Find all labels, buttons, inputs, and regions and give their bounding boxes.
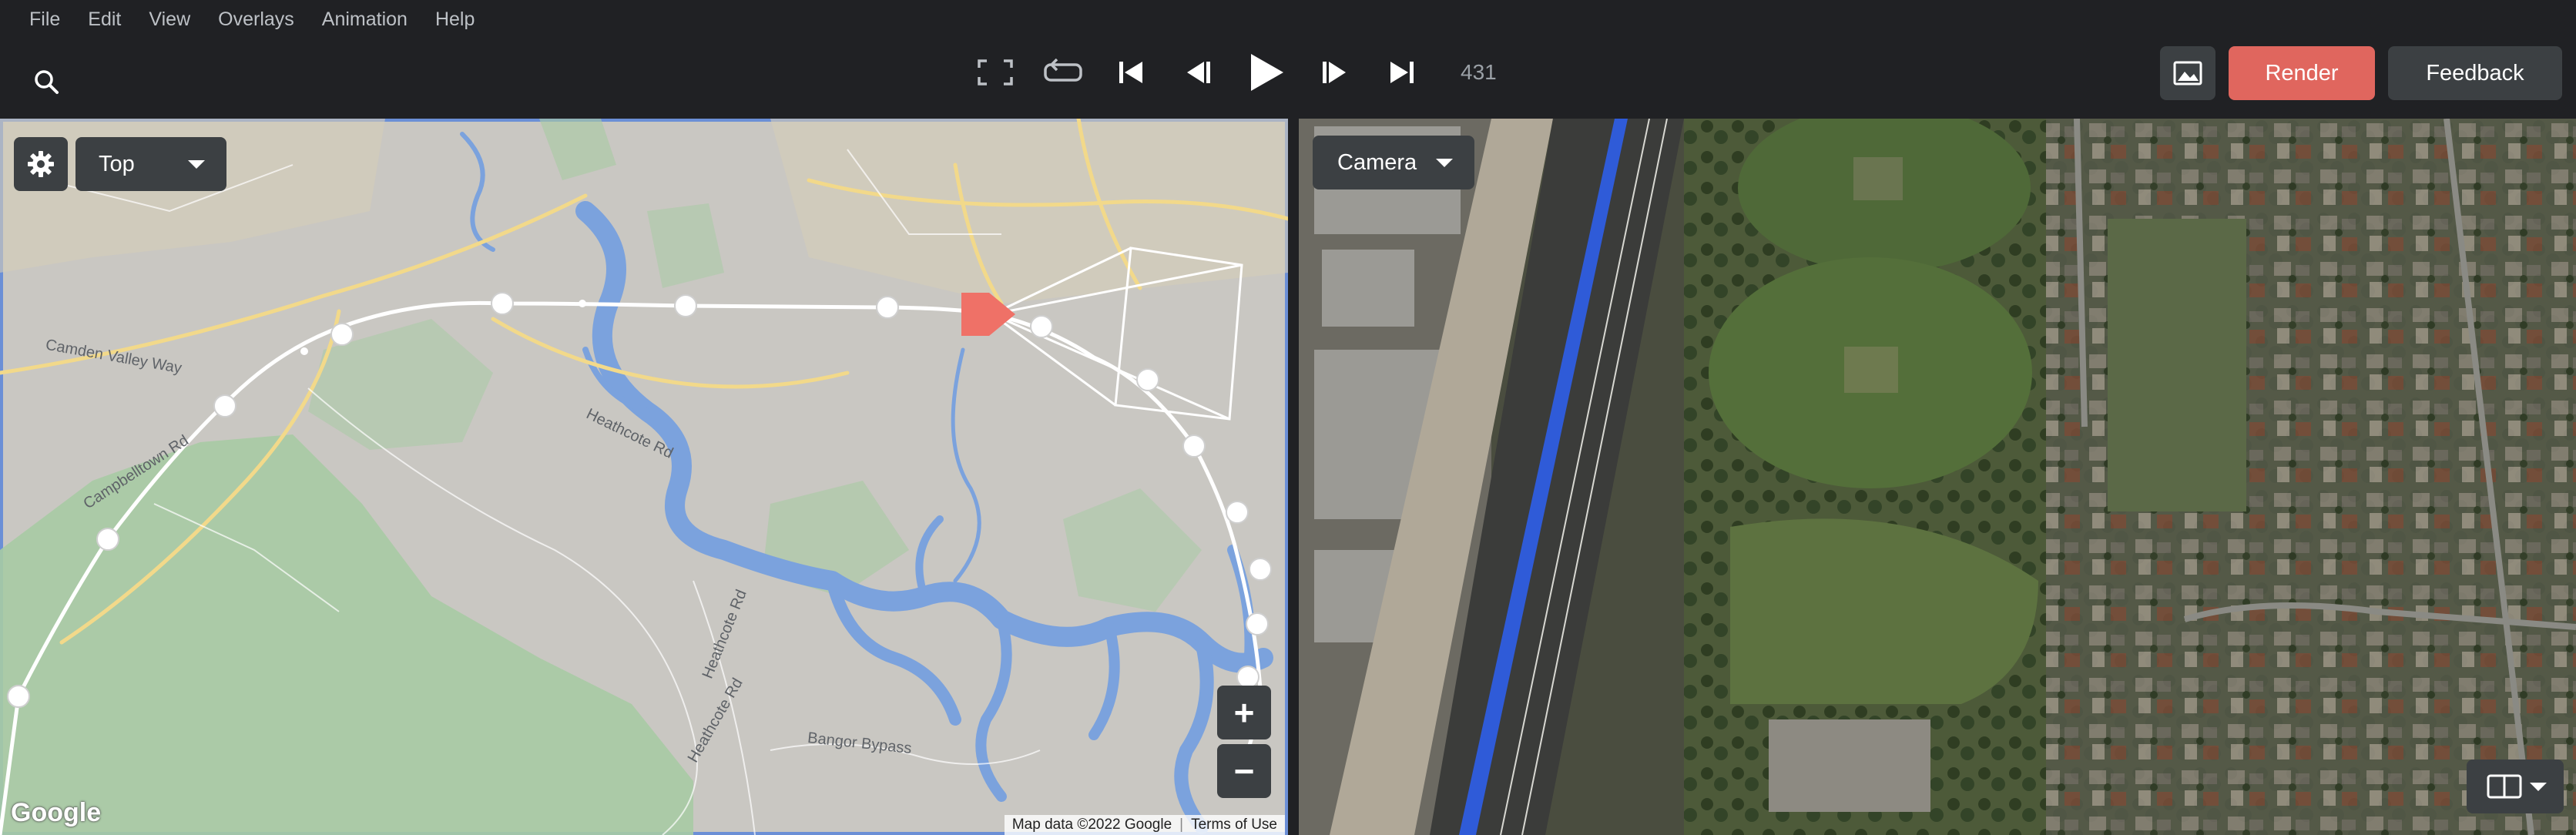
fullscreen-icon: [978, 59, 1013, 86]
camera-view-value: Camera: [1337, 149, 1417, 175]
menu-edit[interactable]: Edit: [74, 0, 135, 39]
step-forward-icon: [1323, 62, 1346, 83]
panel-divider[interactable]: [1288, 119, 1299, 835]
fullscreen-button[interactable]: [971, 48, 1020, 97]
play-button[interactable]: [1242, 48, 1291, 97]
image-button[interactable]: [2160, 46, 2215, 100]
map-attribution: Map data ©2022 Google | Terms of Use: [1004, 815, 1285, 835]
step-forward-button[interactable]: [1310, 48, 1359, 97]
zoom-in-button[interactable]: +: [1217, 686, 1271, 739]
step-back-button[interactable]: [1174, 48, 1223, 97]
skip-end-button[interactable]: [1377, 48, 1427, 97]
top-bar: File Edit View Overlays Animation Help 4…: [0, 0, 2576, 119]
zoom-out-button[interactable]: −: [1217, 744, 1271, 798]
terms-link[interactable]: Terms of Use: [1191, 817, 1277, 833]
play-icon: [1251, 54, 1283, 91]
pitch-2: [1853, 157, 1903, 200]
view-mode-dropdown[interactable]: Top: [75, 137, 226, 191]
attribution-separator: |: [1179, 817, 1184, 833]
skip-start-icon: [1119, 62, 1142, 83]
menu-help[interactable]: Help: [421, 0, 488, 39]
chevron-down-icon: [2530, 783, 2547, 791]
menu-view[interactable]: View: [135, 0, 204, 39]
view-mode-value: Top: [99, 151, 135, 176]
search-button[interactable]: [28, 63, 65, 100]
layout-toggle-button[interactable]: [2467, 760, 2564, 813]
menu-animation[interactable]: Animation: [308, 0, 421, 39]
transport-controls: 431: [971, 48, 1497, 97]
map-data-text: Map data ©2022 Google: [1011, 817, 1172, 833]
loop-icon: [1044, 59, 1082, 82]
pitch: [1844, 347, 1898, 393]
camera-view-dropdown[interactable]: Camera: [1313, 136, 1474, 189]
field-right: [2108, 219, 2246, 511]
compound: [1769, 719, 1930, 812]
chevron-down-icon: [1436, 159, 1453, 167]
camera-preview-panel[interactable]: Camera: [1299, 119, 2576, 835]
frame-counter[interactable]: 431: [1461, 60, 1497, 85]
skip-end-icon: [1390, 62, 1414, 83]
map-canvas[interactable]: [0, 119, 1288, 835]
chevron-down-icon: [188, 160, 205, 169]
skip-start-button[interactable]: [1106, 48, 1156, 97]
map-panel[interactable]: Camden Valley Way Campbelltown Rd Heathc…: [0, 119, 1288, 835]
search-icon: [35, 70, 59, 94]
satellite-imagery: [1299, 119, 2576, 835]
settings-button[interactable]: [14, 137, 68, 191]
menu-overlays[interactable]: Overlays: [204, 0, 308, 39]
loop-button[interactable]: [1038, 48, 1088, 97]
menu-bar: File Edit View Overlays Animation Help: [15, 0, 488, 39]
feedback-button[interactable]: Feedback: [2388, 46, 2562, 100]
image-icon: [2173, 61, 2202, 86]
split-layout-icon: [2487, 774, 2522, 799]
google-logo: Google: [11, 798, 102, 827]
step-back-icon: [1187, 62, 1210, 83]
render-button[interactable]: Render: [2229, 46, 2375, 100]
gear-icon: [28, 151, 54, 177]
menu-file[interactable]: File: [15, 0, 74, 39]
